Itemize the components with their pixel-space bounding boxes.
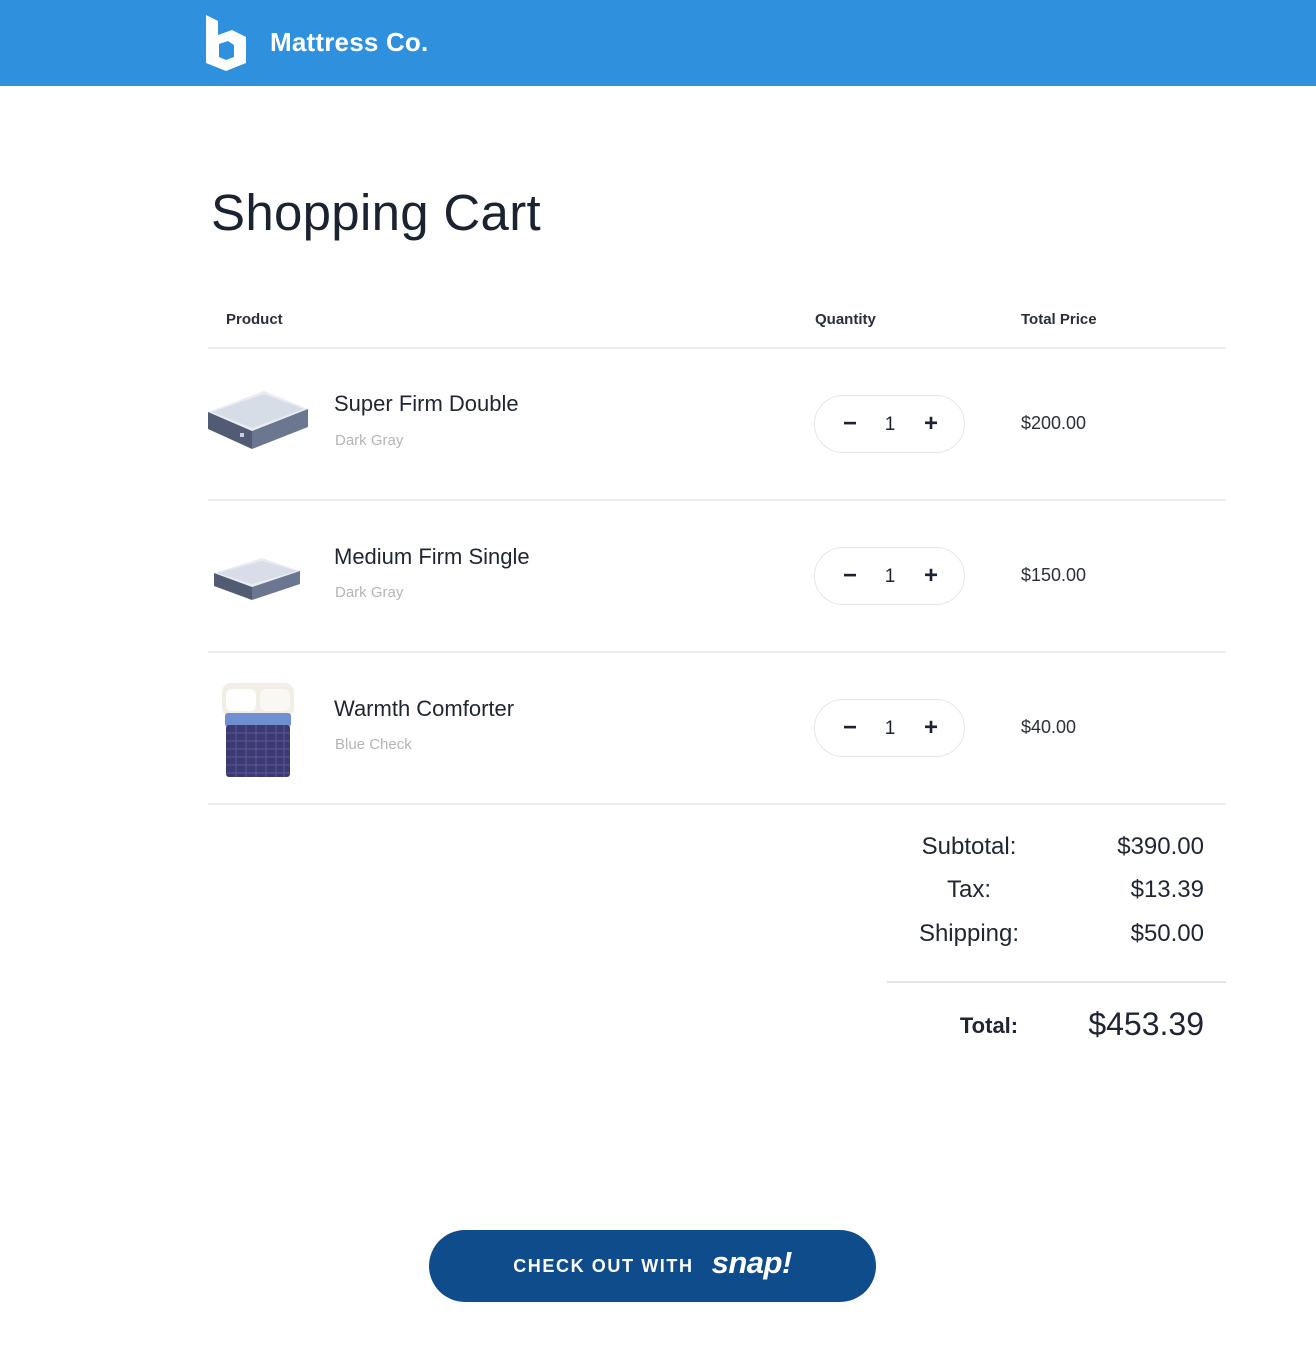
checkout-with-snap-button[interactable]: CHECK OUT WITH snap! <box>429 1230 876 1302</box>
column-header-quantity: Quantity <box>815 311 876 328</box>
product-variant: Dark Gray <box>335 432 404 449</box>
decrease-quantity-button[interactable]: − <box>835 409 865 439</box>
mattress-image <box>208 349 308 501</box>
product-name[interactable]: Warmth Comforter <box>334 696 514 722</box>
shipping-value: $50.00 <box>1130 920 1204 947</box>
page-title: Shopping Cart <box>211 184 541 241</box>
brand-name: Mattress Co. <box>270 26 429 57</box>
row-total-price: $200.00 <box>1021 413 1087 433</box>
product-variant: Blue Check <box>335 736 412 753</box>
mattress-image <box>208 501 308 653</box>
quantity-stepper: − 1 + <box>814 699 965 757</box>
decrease-quantity-button[interactable]: − <box>835 713 865 743</box>
row-total-price: $150.00 <box>1021 565 1087 585</box>
cart-row: Medium Firm Single Dark Gray − 1 + $150.… <box>208 501 1226 653</box>
subtotal-label: Subtotal: <box>921 833 1017 860</box>
quantity-stepper: − 1 + <box>814 547 965 605</box>
column-header-total-price: Total Price <box>1021 311 1097 328</box>
increase-quantity-button[interactable]: + <box>916 713 946 743</box>
product-name[interactable]: Super Firm Double <box>334 391 519 417</box>
cart-row: Warmth Comforter Blue Check − 1 + $40.00 <box>208 653 1226 805</box>
comforter-image <box>208 653 308 805</box>
quantity-stepper: − 1 + <box>814 395 965 453</box>
summary-divider <box>887 981 1226 983</box>
checkout-label: CHECK OUT WITH <box>513 1255 694 1276</box>
top-nav-bar: Mattress Co. <box>0 0 1316 86</box>
product-variant: Dark Gray <box>335 584 404 601</box>
subtotal-value: $390.00 <box>1117 833 1204 860</box>
increase-quantity-button[interactable]: + <box>916 561 946 591</box>
quantity-value[interactable]: 1 <box>875 566 905 588</box>
brand-link[interactable]: Mattress Co. <box>204 12 428 72</box>
quantity-value[interactable]: 1 <box>875 718 905 740</box>
total-value: $453.39 <box>1088 1006 1204 1042</box>
tax-label: Tax: <box>946 876 991 903</box>
product-name[interactable]: Medium Firm Single <box>334 544 530 570</box>
logo-icon <box>206 15 246 71</box>
column-header-product: Product <box>226 311 283 328</box>
quantity-value[interactable]: 1 <box>875 414 905 436</box>
increase-quantity-button[interactable]: + <box>916 409 946 439</box>
shipping-label: Shipping: <box>918 920 1020 947</box>
snap-logo: snap! <box>711 1245 793 1280</box>
cart-row: Super Firm Double Dark Gray − 1 + $200.0… <box>208 349 1226 501</box>
row-total-price: $40.00 <box>1021 717 1077 737</box>
tax-value: $13.39 <box>1130 876 1204 903</box>
total-label: Total: <box>959 1013 1019 1038</box>
decrease-quantity-button[interactable]: − <box>835 561 865 591</box>
